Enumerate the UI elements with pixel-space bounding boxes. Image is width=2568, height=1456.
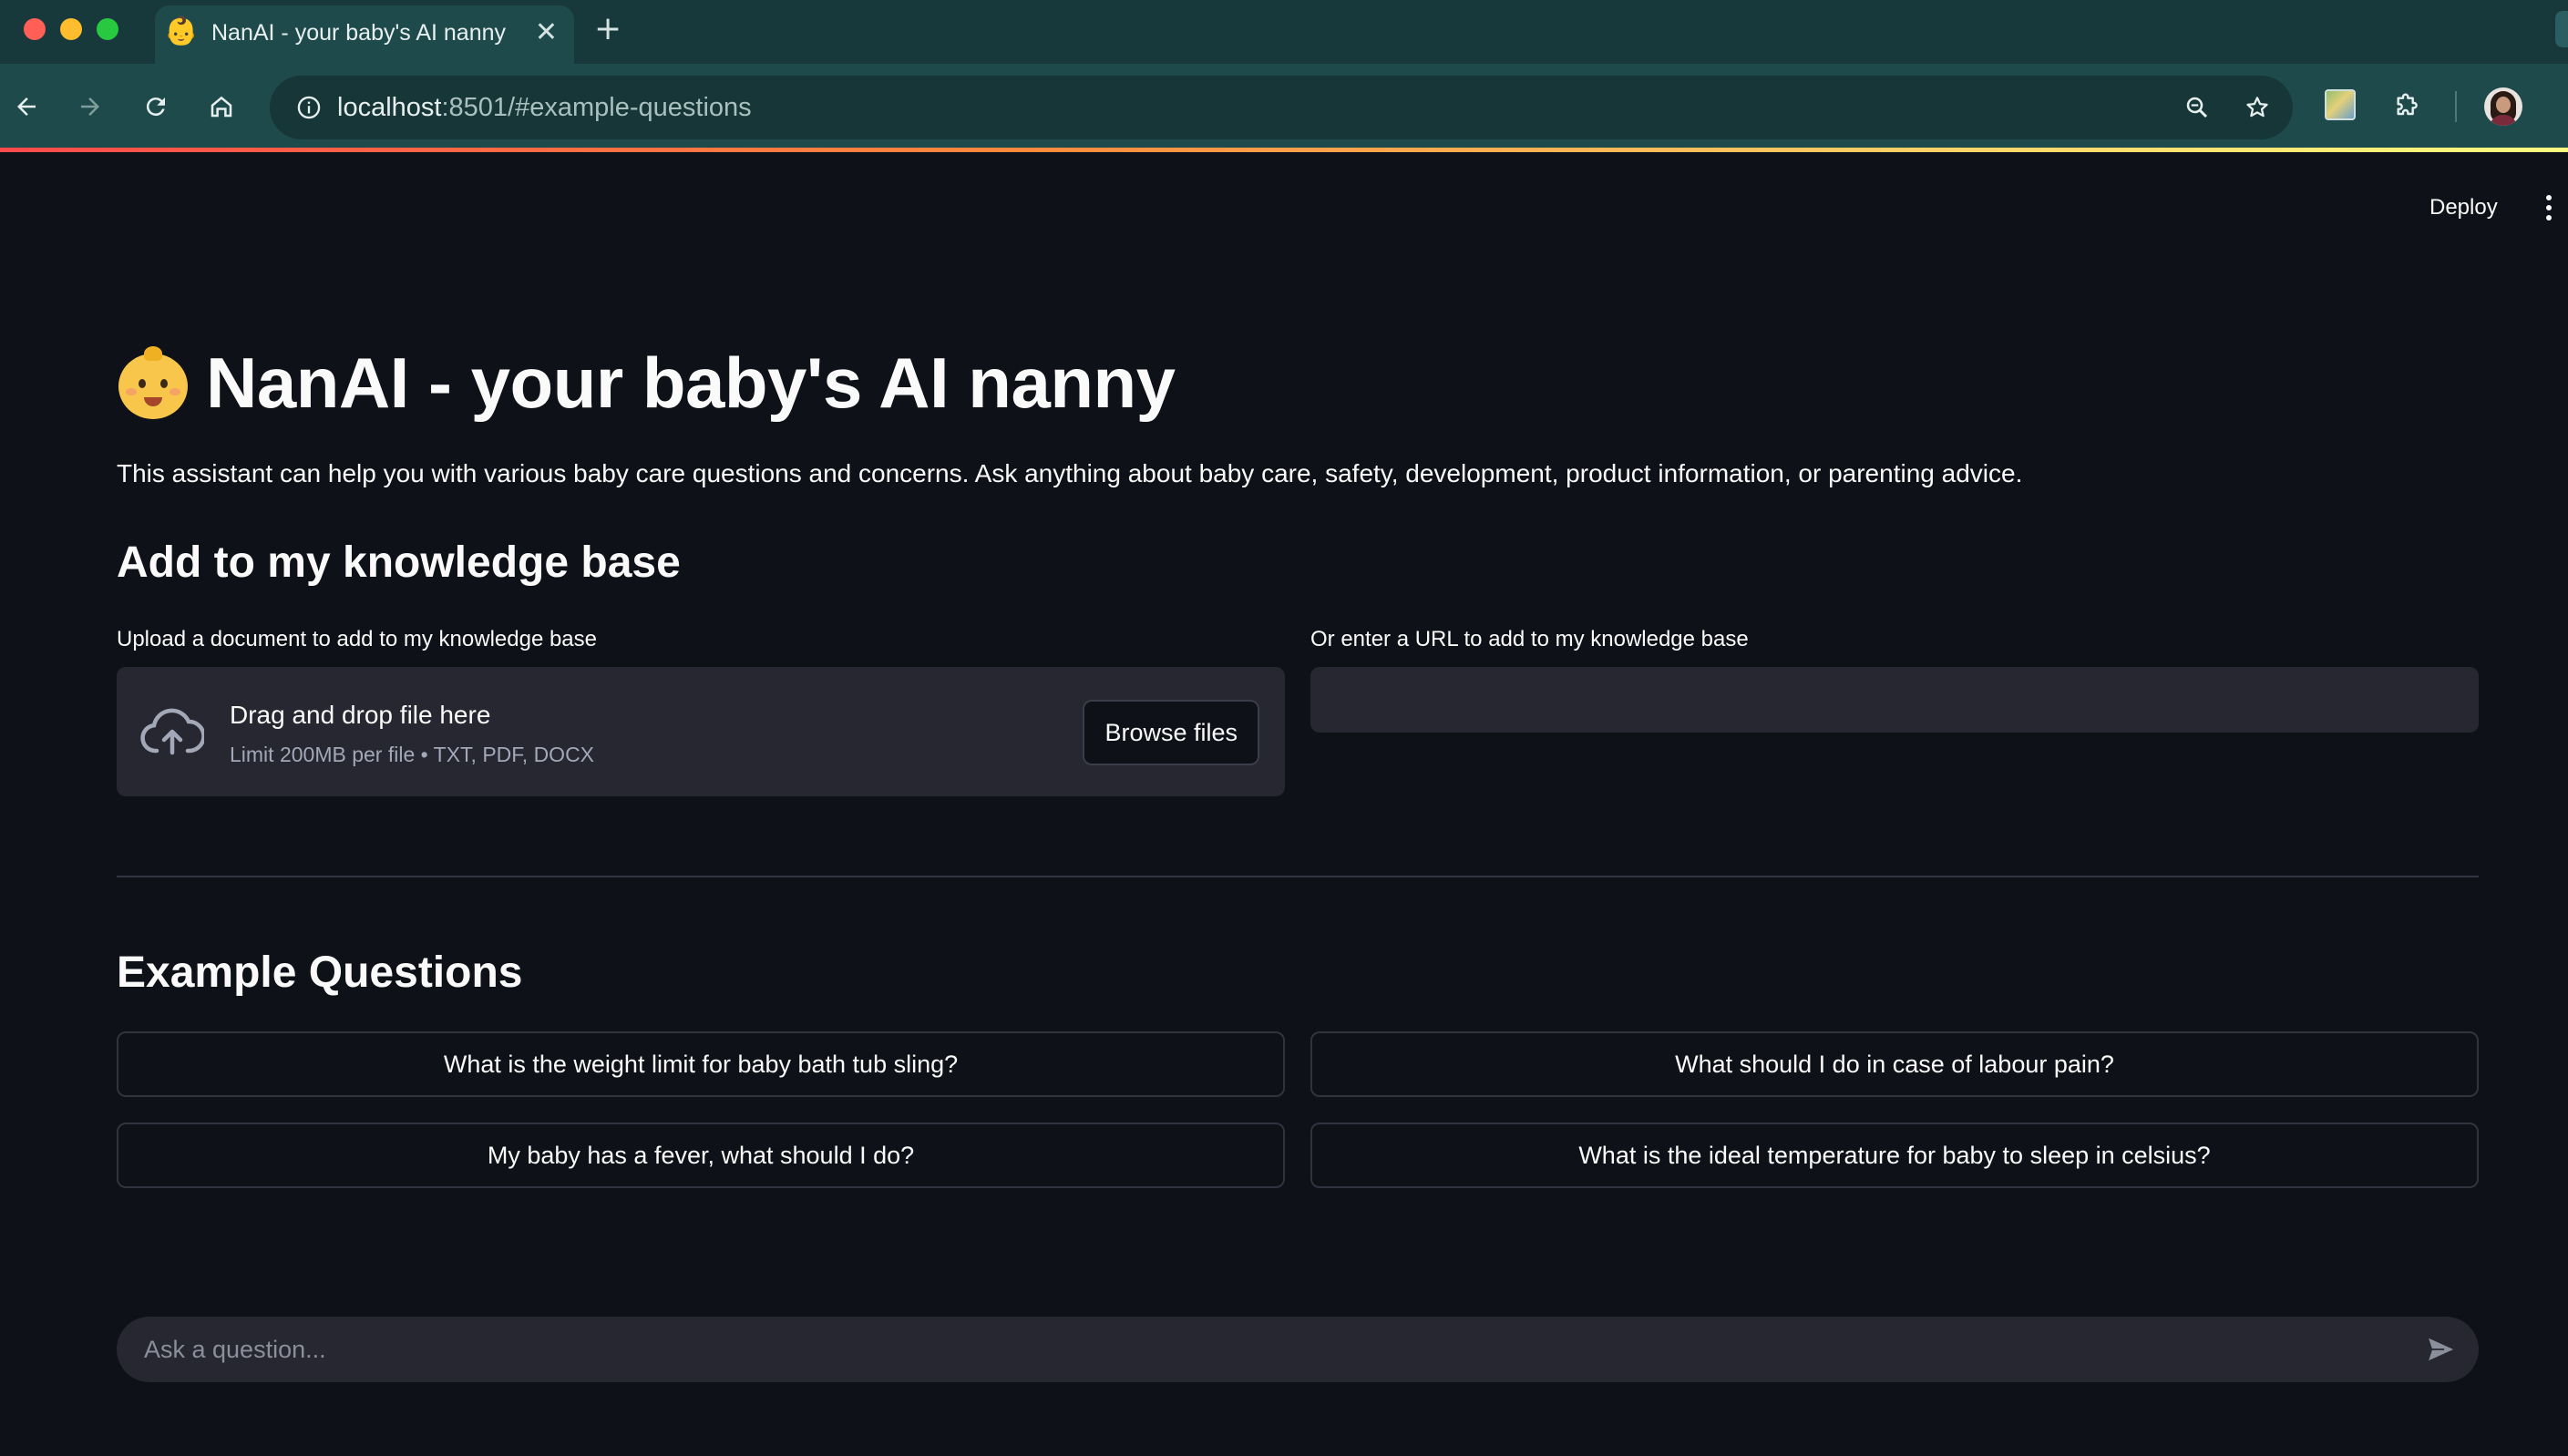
browser-toolbar: localhost:8501/#example-questions (0, 64, 2568, 150)
page-title: NanAI - your baby's AI nanny (206, 342, 1176, 423)
page-title-row: NanAI - your baby's AI nanny (117, 328, 1176, 437)
profile-avatar[interactable] (2484, 87, 2522, 126)
window-close-button[interactable] (24, 18, 46, 40)
tab-overflow-edge (2555, 11, 2568, 47)
dropzone-limit-text: Limit 200MB per file • TXT, PDF, DOCX (230, 743, 595, 766)
upload-label: Upload a document to add to my knowledge… (117, 627, 598, 651)
file-dropzone[interactable]: Drag and drop file here Limit 200MB per … (117, 667, 1285, 796)
url-text: localhost:8501/#example-questions (337, 88, 752, 127)
example-question-button[interactable]: What should I do in case of labour pain? (1310, 1031, 2479, 1097)
app-top-decoration (0, 148, 2568, 152)
app-menu-icon[interactable] (2535, 191, 2563, 224)
baby-face-icon (117, 346, 190, 419)
extension-image-icon[interactable] (2325, 89, 2356, 120)
chat-input-bar (117, 1317, 2479, 1382)
back-icon[interactable] (5, 86, 47, 128)
baby-favicon-icon: 👶 (164, 15, 199, 47)
site-info-icon[interactable] (288, 87, 330, 128)
new-tab-button[interactable]: + (594, 11, 621, 47)
reload-icon[interactable] (135, 86, 177, 128)
section-divider (117, 876, 2479, 877)
url-path: :8501/#example-questions (441, 93, 752, 122)
bookmark-star-icon[interactable] (2236, 87, 2278, 128)
example-questions-heading: Example Questions (117, 948, 523, 997)
address-bar[interactable]: localhost:8501/#example-questions (270, 76, 2293, 139)
tab-close-icon[interactable]: ✕ (535, 15, 558, 51)
deploy-button[interactable]: Deploy (2415, 188, 2512, 228)
browser-tab-bar: 👶 NanAI - your baby's AI nanny ✕ + (0, 0, 2568, 64)
send-icon[interactable] (2420, 1329, 2462, 1369)
zoom-icon[interactable] (2176, 87, 2218, 128)
knowledge-url-input[interactable] (1310, 667, 2479, 733)
cloud-upload-icon (140, 708, 204, 755)
home-icon[interactable] (200, 86, 242, 128)
toolbar-separator (2455, 91, 2457, 122)
tab-title: NanAI - your baby's AI nanny (211, 20, 507, 46)
example-question-button[interactable]: My baby has a fever, what should I do? (117, 1123, 1285, 1188)
browse-files-button[interactable]: Browse files (1083, 700, 1259, 765)
chat-input[interactable] (117, 1317, 2377, 1382)
dropzone-title: Drag and drop file here (230, 701, 491, 729)
knowledge-base-heading: Add to my knowledge base (117, 538, 681, 587)
example-question-button[interactable]: What is the weight limit for baby bath t… (117, 1031, 1285, 1097)
example-question-button[interactable]: What is the ideal temperature for baby t… (1310, 1123, 2479, 1188)
browser-tab-active[interactable]: 👶 NanAI - your baby's AI nanny ✕ (155, 5, 574, 64)
window-minimize-button[interactable] (60, 18, 82, 40)
forward-icon[interactable] (69, 86, 111, 128)
url-input-label: Or enter a URL to add to my knowledge ba… (1310, 627, 1749, 651)
url-host: localhost (337, 93, 442, 122)
extensions-puzzle-icon[interactable] (2386, 86, 2428, 128)
intro-text: This assistant can help you with various… (117, 459, 2023, 487)
window-zoom-button[interactable] (97, 18, 118, 40)
